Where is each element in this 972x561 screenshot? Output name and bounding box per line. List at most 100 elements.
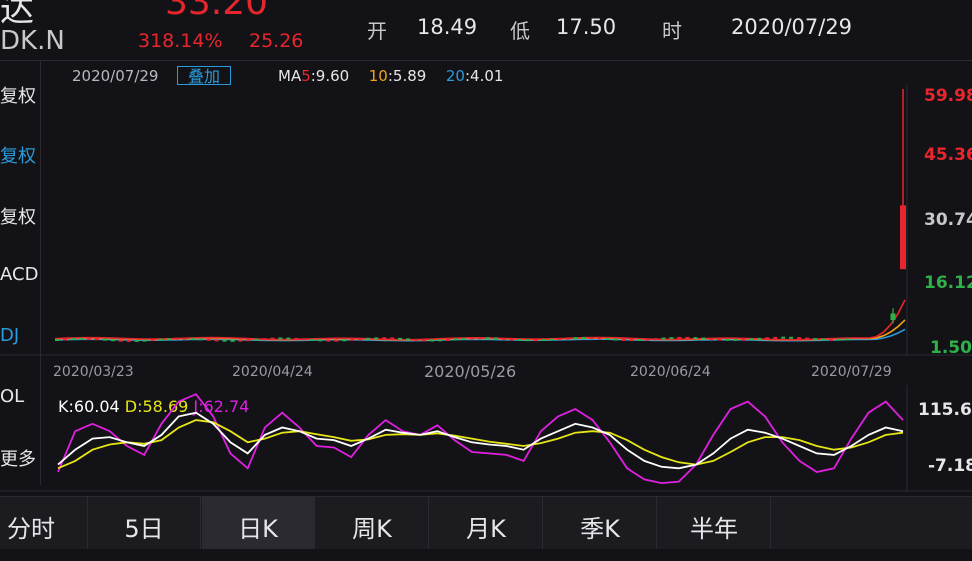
candle-body (222, 339, 227, 342)
candle-body (781, 336, 786, 339)
candle-body (845, 338, 849, 341)
candle-body (206, 338, 211, 341)
candle-body (709, 338, 714, 341)
candle-body (71, 338, 75, 340)
overlay-button[interactable]: 叠加 (177, 66, 231, 86)
candle-body (342, 339, 347, 342)
candle-body (382, 337, 387, 340)
candle-body (509, 338, 514, 341)
candle-body (533, 339, 538, 342)
candle-body (78, 337, 83, 340)
candle-body (693, 337, 698, 340)
tab-monthly-k[interactable]: 月K (430, 497, 543, 549)
candle-body (366, 337, 371, 340)
candle-body (166, 338, 171, 341)
candle-body (326, 339, 331, 342)
price-chart[interactable] (0, 85, 972, 360)
candle-body (477, 337, 482, 340)
ma-legend: MA5:9.60 10:5.89 20:4.01 (278, 67, 503, 85)
candle-body (454, 338, 458, 341)
candle-body (621, 338, 626, 341)
candle-body (374, 337, 379, 340)
candle-body (318, 339, 323, 342)
ma10-line (54, 319, 906, 341)
y-label-bottom: 1.50 (930, 338, 972, 358)
candle-body (446, 339, 450, 341)
candle-body (485, 337, 490, 340)
low-label: 低 (510, 19, 530, 43)
candle-body (55, 339, 59, 341)
candle-body (134, 339, 139, 342)
candle-body (573, 337, 578, 340)
open-label: 开 (367, 19, 387, 43)
ma10-label: 10 (368, 67, 388, 85)
time-value: 2020/07/29 (731, 15, 853, 39)
candle-body (398, 337, 403, 340)
candle-body (701, 337, 706, 340)
candle-body (214, 339, 219, 342)
candle-body (677, 336, 682, 339)
candle-body (525, 339, 530, 342)
x-label-2: 2020/04/24 (232, 364, 313, 380)
candle-body (358, 338, 363, 341)
candle-body (462, 337, 466, 340)
candle-body (254, 338, 259, 341)
kdj-chart[interactable] (0, 385, 972, 493)
x-label-3: 2020/05/26 (424, 362, 517, 381)
ma10-value: :5.89 (387, 67, 427, 85)
candle-body (733, 338, 738, 341)
candle-body (613, 338, 618, 341)
ma5-label: MA (278, 67, 302, 85)
candle-body (765, 337, 770, 340)
ma5-value: :9.60 (310, 67, 350, 85)
y-label-top: 59.98 (924, 86, 972, 106)
candle-body (581, 337, 586, 339)
candle-body (757, 337, 762, 340)
tab-quarterly-k[interactable]: 季K (544, 497, 657, 549)
candle-body (645, 338, 650, 341)
candle-body (422, 339, 427, 342)
candle-body (158, 338, 163, 341)
candle-body (262, 338, 267, 341)
time-label: 时 (662, 19, 682, 43)
candle-body (294, 337, 299, 340)
tab-intraday[interactable]: 分时 (0, 497, 88, 549)
candle-body (430, 339, 435, 342)
candle-body (270, 337, 275, 340)
candle-body (725, 338, 730, 341)
tab-weekly-k[interactable]: 周K (316, 497, 429, 549)
low-value: 17.50 (556, 15, 617, 39)
open-value: 18.49 (417, 15, 478, 39)
candle-body (302, 338, 307, 341)
tab-halfyear-k[interactable]: 半年 (658, 497, 771, 549)
y-label-2: 45.36 (924, 145, 972, 165)
candle-body (390, 337, 395, 340)
change-percent: 318.14% (138, 30, 223, 52)
candle-body (797, 337, 802, 340)
header-divider (0, 60, 972, 61)
candle-body (773, 336, 778, 339)
current-price: 33.20 (165, 0, 269, 23)
tab-daily-k[interactable]: 日K (202, 497, 315, 549)
candle-body (310, 338, 315, 341)
candle-body (517, 338, 522, 341)
candle-body (126, 339, 131, 342)
candle-body (589, 337, 594, 340)
candle-body (653, 338, 658, 341)
candle-body (63, 338, 67, 341)
candle-body (150, 339, 155, 342)
tab-5day[interactable]: 5日 (88, 497, 201, 549)
change-amount: 25.26 (249, 30, 304, 52)
candle-body (637, 339, 642, 341)
candle-body (541, 339, 546, 341)
candle-body (837, 338, 841, 341)
candle-body-prev (890, 313, 896, 320)
candle-body (685, 336, 690, 339)
candle-body (629, 339, 634, 342)
candle-body (118, 339, 123, 342)
x-label-4: 2020/06/24 (630, 364, 711, 380)
candle-body (246, 339, 251, 342)
candle-body (182, 337, 187, 340)
ma20-label: 20 (445, 67, 465, 85)
ma20-value: :4.01 (464, 67, 504, 85)
